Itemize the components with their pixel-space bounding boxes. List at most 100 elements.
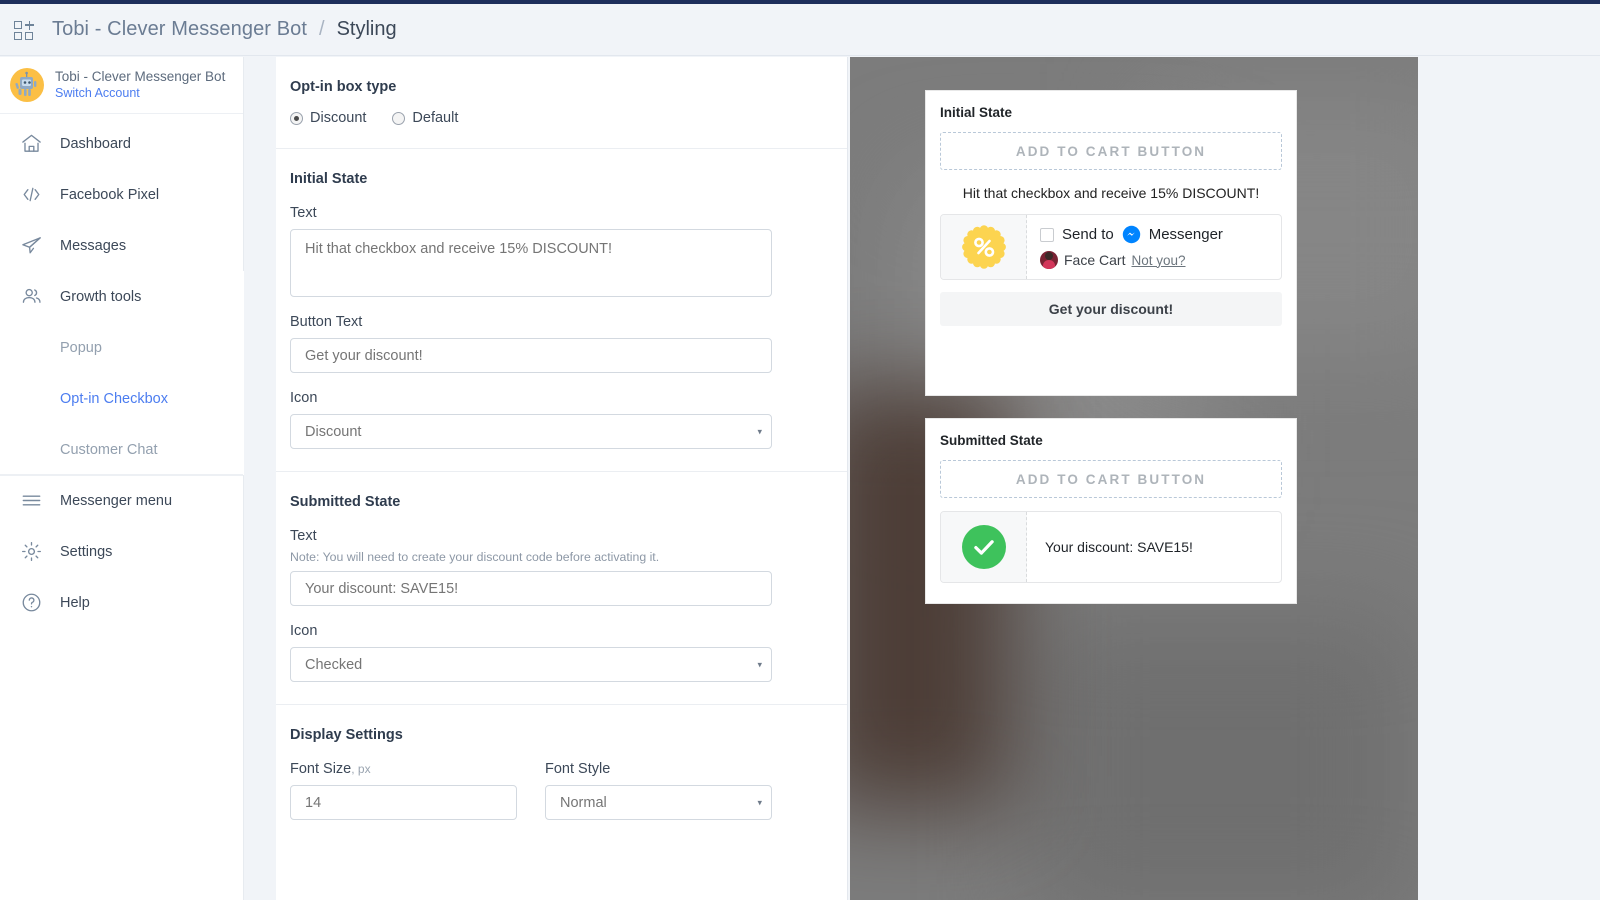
preview-panel: Initial State ADD TO CART BUTTON Hit tha… [850, 57, 1418, 900]
sidebar-item-label: Growth tools [60, 288, 142, 305]
preview-user-name: Face Cart [1064, 252, 1126, 268]
section-title: Opt-in box type [290, 79, 397, 95]
account-name: Tobi - Clever Messenger Bot [55, 68, 226, 84]
sidebar-item-growth-tools[interactable]: Growth tools [0, 271, 243, 322]
section-submitted-state: Submitted State Text Note: You will need… [276, 472, 847, 705]
sidebar-item-label: Facebook Pixel [60, 186, 160, 203]
send-to-label: Send to [1062, 226, 1114, 243]
initial-icon-select[interactable] [290, 414, 772, 449]
radio-option-default[interactable]: Default [392, 110, 458, 126]
preview-user-row: Face Cart Not you? [1040, 251, 1281, 269]
font-size-field: Font Size, px [290, 761, 517, 820]
sidebar-item-dashboard[interactable]: Dashboard [0, 118, 243, 169]
robot-avatar [10, 68, 44, 102]
code-icon [18, 182, 44, 208]
app-header: Tobi - Clever Messenger Bot / Styling [0, 4, 1600, 56]
radio-option-discount[interactable]: Discount [290, 110, 366, 126]
breadcrumb-separator: / [319, 18, 325, 40]
preview-card-initial-state: Initial State ADD TO CART BUTTON Hit tha… [925, 90, 1297, 396]
user-avatar [1040, 251, 1058, 269]
breadcrumb: Tobi - Clever Messenger Bot / Styling [52, 18, 397, 41]
font-style-label: Font Style [545, 761, 611, 777]
sidebar-nav: Dashboard Facebook Pixel Messages Growth… [0, 114, 244, 628]
section-display-settings: Display Settings Font Size, px Font Styl… [276, 705, 847, 842]
sidebar: Tobi - Clever Messenger Bot Switch Accou… [0, 57, 244, 900]
font-size-label: Font Size, px [290, 761, 517, 777]
section-initial-state: Initial State Text Button Text Icon ▾ [276, 149, 847, 472]
preview-submitted-message: Your discount: SAVE15! [1045, 539, 1193, 555]
sidebar-item-messenger-menu[interactable]: Messenger menu [0, 475, 243, 526]
account-switcher[interactable]: Tobi - Clever Messenger Bot Switch Accou… [0, 57, 243, 114]
percent-badge-icon [941, 215, 1027, 279]
sidebar-item-settings[interactable]: Settings [0, 526, 243, 577]
preview-get-discount-button[interactable]: Get your discount! [940, 292, 1282, 326]
sidebar-item-label: Messenger menu [60, 492, 173, 509]
question-circle-icon [18, 590, 44, 616]
preview-card-submitted-state: Submitted State ADD TO CART BUTTON Your … [925, 418, 1297, 604]
paper-plane-icon [18, 233, 44, 259]
sidebar-subitem-label: Customer Chat [60, 441, 158, 458]
initial-text-input[interactable] [290, 229, 772, 297]
submitted-text-input[interactable] [290, 571, 772, 606]
sidebar-item-messages[interactable]: Messages [0, 220, 243, 271]
sidebar-item-label: Dashboard [60, 135, 131, 152]
sidebar-item-help[interactable]: Help [0, 577, 243, 628]
radio-discount-input[interactable] [290, 111, 303, 125]
preview-button-label: Get your discount! [1048, 301, 1174, 317]
sidebar-subitem-optin-checkbox[interactable]: Opt-in Checkbox [0, 373, 243, 424]
radio-label: Default [412, 110, 459, 126]
preview-initial-title: Initial State [940, 105, 1013, 120]
preview-submitted-title: Submitted State [940, 433, 1043, 448]
styling-form-panel: Opt-in box type Discount Default Initial… [276, 57, 848, 900]
breadcrumb-current-page: Styling [336, 18, 397, 40]
grid-plus-icon[interactable] [14, 19, 36, 41]
breadcrumb-bot-name[interactable]: Tobi - Clever Messenger Bot [52, 18, 307, 41]
initial-icon-label: Icon [290, 390, 318, 406]
font-style-field: Font Style ▾ [545, 761, 772, 820]
sidebar-subitem-label: Popup [60, 339, 102, 356]
submitted-icon-label: Icon [290, 623, 318, 639]
submitted-icon-select[interactable] [290, 647, 772, 682]
font-style-select-wrap: ▾ [545, 785, 772, 820]
sidebar-subitem-label: Opt-in Checkbox [60, 390, 168, 407]
section-title: Submitted State [290, 494, 401, 510]
optin-box-type-radio-group: Discount Default [290, 110, 833, 126]
add-to-cart-label: ADD TO CART BUTTON [1015, 471, 1207, 487]
sidebar-subitem-customer-chat[interactable]: Customer Chat [0, 424, 243, 475]
preview-submitted-box: Your discount: SAVE15! [940, 511, 1282, 583]
sidebar-group-growth-tools: Growth tools Popup Opt-in Checkbox Custo… [0, 271, 244, 475]
submitted-text-note: Note: You will need to create your disco… [290, 550, 660, 564]
add-to-cart-label: ADD TO CART BUTTON [1015, 143, 1207, 159]
section-title: Initial State [290, 171, 368, 187]
initial-button-text-label: Button Text [290, 314, 363, 330]
initial-button-text-input[interactable] [290, 338, 772, 373]
initial-text-label: Text [290, 205, 317, 221]
section-title: Display Settings [290, 727, 403, 743]
not-you-link[interactable]: Not you? [1131, 253, 1185, 268]
users-icon [18, 284, 44, 310]
submitted-icon-select-wrap: ▾ [290, 647, 772, 682]
hamburger-icon [18, 488, 44, 514]
preview-optin-box: Send to Messenger Face Cart Not you? [940, 214, 1282, 280]
messenger-icon [1122, 225, 1141, 244]
radio-default-input[interactable] [392, 111, 406, 125]
switch-account-link[interactable]: Switch Account [55, 86, 225, 102]
submitted-text-label: Text [290, 528, 317, 544]
preview-initial-message: Hit that checkbox and receive 15% DISCOU… [962, 185, 1260, 201]
gear-icon [18, 539, 44, 565]
radio-label: Discount [310, 110, 367, 126]
font-style-select[interactable] [545, 785, 772, 820]
font-size-input[interactable] [290, 785, 517, 820]
sidebar-item-label: Help [60, 594, 90, 611]
layout-gap [244, 57, 276, 900]
sidebar-subitem-popup[interactable]: Popup [0, 322, 243, 373]
home-icon [18, 131, 44, 157]
green-check-icon [941, 512, 1027, 582]
font-size-label-text: Font Size [290, 761, 352, 777]
sidebar-item-label: Settings [60, 543, 113, 560]
font-size-unit: , px [351, 762, 371, 776]
preview-optin-checkbox[interactable] [1040, 227, 1054, 242]
messenger-label: Messenger [1148, 226, 1223, 243]
sidebar-item-facebook-pixel[interactable]: Facebook Pixel [0, 169, 243, 220]
preview-send-to-messenger-row[interactable]: Send to Messenger [1040, 225, 1281, 244]
